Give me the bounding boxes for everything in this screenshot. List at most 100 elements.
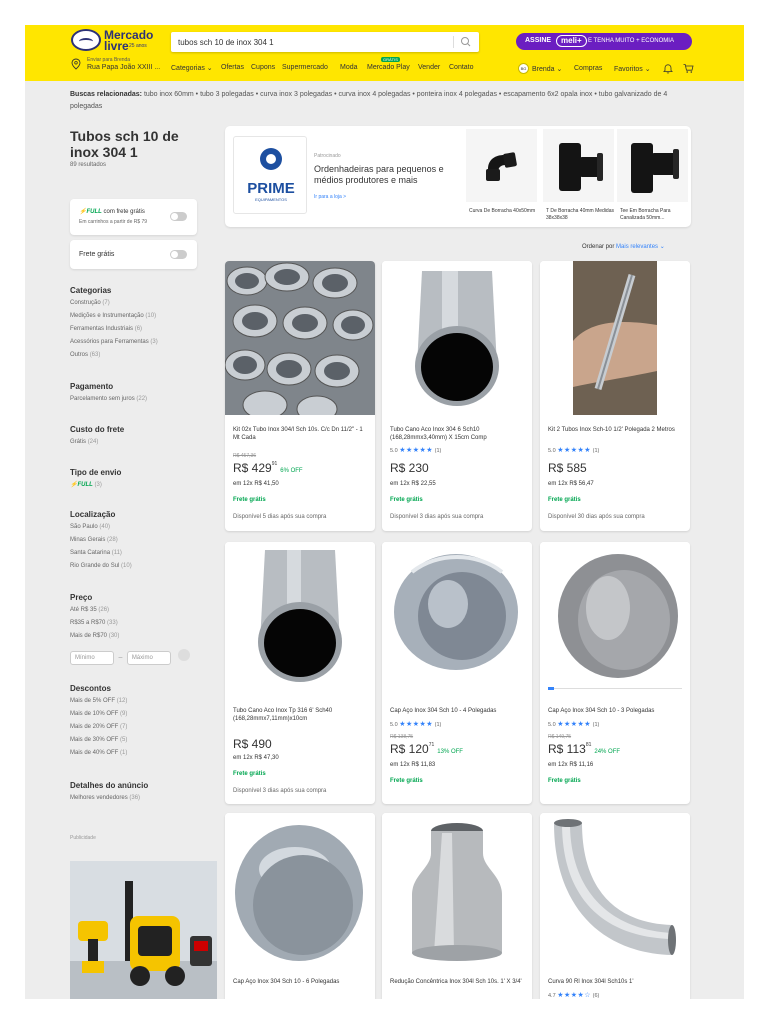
- product-title[interactable]: Redução Concêntrica Inox 304l Sch 10s. 1…: [390, 978, 526, 986]
- logo[interactable]: Mercado livre 25 anos: [71, 29, 171, 55]
- filter-item[interactable]: Mais de 10% OFF (9): [70, 708, 210, 721]
- nav-supermercado[interactable]: Supermercado: [282, 64, 328, 71]
- filter-categorias: Categorias Construção (7) Medições e Ins…: [70, 285, 210, 362]
- full-toggle-card[interactable]: ⚡FULL com frete grátis Em carrinhos a pa…: [70, 199, 197, 235]
- filter-item[interactable]: Rio Grande do Sul (10): [70, 560, 210, 573]
- sponsored-item[interactable]: Tee Em Borracha Para Canalizada 50mm...: [617, 129, 688, 224]
- avatar[interactable]: BG: [518, 63, 529, 74]
- handshake-icon: [71, 29, 101, 51]
- product-title[interactable]: Tubo Cano Aco Inox Tp 316 6' Sch40 (168,…: [233, 707, 369, 723]
- product-availability: Disponível 3 dias após sua compra: [390, 514, 484, 520]
- filter-item[interactable]: Mais de R$70 (30): [70, 630, 210, 643]
- filter-item[interactable]: Ferramentas Industriais (6): [70, 323, 210, 336]
- filter-item[interactable]: R$35 a R$70 (33): [70, 617, 210, 630]
- product-rating: 5.0 ★★★★★ (1): [548, 721, 600, 728]
- sort-control[interactable]: Ordenar por Mais relevantes ⌄: [582, 243, 665, 250]
- product-rating: 5.0 ★★★★★ (1): [390, 721, 442, 728]
- nav-vender[interactable]: Vender: [418, 64, 440, 71]
- product-installments: em 12x R$ 47,30: [233, 755, 279, 761]
- nav-moda[interactable]: Moda: [340, 64, 358, 71]
- price-apply-button[interactable]: [178, 648, 191, 661]
- nav-categorias[interactable]: Categorias ⌄: [171, 64, 213, 72]
- product-card[interactable]: Cap Aço Inox 304 Sch 10 - 4 Polegadas 5.…: [382, 542, 532, 804]
- sponsored-text: Ordenhadeiras para pequenos e médios pro…: [314, 164, 444, 185]
- filter-item[interactable]: Mais de 30% OFF (5): [70, 734, 210, 747]
- logo-anniversary: 25 anos: [129, 43, 147, 49]
- product-shipping: Frete grátis: [233, 771, 266, 777]
- price-max-input[interactable]: Máximo: [126, 651, 171, 665]
- product-image: [540, 542, 690, 696]
- filter-item[interactable]: Acessórios para Ferramentas (3): [70, 336, 210, 349]
- product-card[interactable]: Kit 02x Tubo Inox 304/l Sch 10s. C/c Dn …: [225, 261, 375, 531]
- filter-detalhes: Detalhes do anúncio Melhores vendedores …: [70, 780, 210, 805]
- frete-switch[interactable]: [170, 250, 187, 259]
- filter-item[interactable]: Grátis (24): [70, 436, 210, 449]
- related-links[interactable]: tubo inox 60mm • tubo 3 polegadas • curv…: [70, 91, 667, 110]
- search-icon[interactable]: [459, 36, 473, 48]
- sponsored-item[interactable]: Curva De Borracha 40x50mm: [466, 129, 537, 224]
- product-title[interactable]: Cap Aço Inox 304 Sch 10 - 3 Polegadas: [548, 707, 684, 715]
- filter-item[interactable]: Construção (7): [70, 297, 210, 310]
- filter-title: Tipo de envio: [70, 468, 122, 477]
- nav-contato[interactable]: Contato: [449, 64, 474, 71]
- purchases-link[interactable]: Compras: [574, 65, 602, 72]
- price-min-input[interactable]: Mínimo: [70, 651, 114, 665]
- product-card[interactable]: Tubo Cano Aco Inox 304 6 Sch10 (168,28mm…: [382, 261, 532, 531]
- product-shipping: Frete grátis: [548, 497, 581, 503]
- product-installments: em 12x R$ 11,83: [390, 762, 436, 768]
- filter-item[interactable]: São Paulo (40): [70, 521, 210, 534]
- frete-toggle-card[interactable]: Frete grátis: [70, 240, 197, 269]
- filter-item[interactable]: Parcelamento sem juros (22): [70, 393, 210, 406]
- filter-item[interactable]: Medições e Instrumentação (10): [70, 310, 210, 323]
- product-title[interactable]: Curva 90 Rl Inox 304l Sch10s 1': [548, 978, 684, 986]
- product-price: R$ 230: [390, 461, 429, 475]
- full-switch[interactable]: [170, 212, 187, 221]
- filter-localizacao: Localização São Paulo (40) Minas Gerais …: [70, 509, 210, 573]
- filter-item[interactable]: Até R$ 35 (26): [70, 604, 210, 617]
- product-card[interactable]: Cap Aço Inox 304 Sch 10 - 3 Polegadas 5.…: [540, 542, 690, 804]
- product-rating: 5.0 ★★★★★ (1): [390, 447, 442, 454]
- product-card[interactable]: Curva 90 Rl Inox 304l Sch10s 1' 4.7 ★★★★…: [540, 813, 690, 999]
- product-card[interactable]: Tubo Cano Aco Inox Tp 316 6' Sch40 (168,…: [225, 542, 375, 804]
- store-link[interactable]: Ir para a loja >: [314, 194, 346, 200]
- product-availability: Disponível 5 dias após sua compra: [233, 514, 327, 520]
- filter-item[interactable]: Melhores vendedores (36): [70, 792, 210, 805]
- meli-plus-banner[interactable]: ASSINE meli+ E TENHA MUITO + ECONOMIA: [516, 33, 692, 50]
- product-image: [225, 261, 375, 415]
- nav-cupons[interactable]: Cupons: [251, 64, 275, 71]
- filter-item[interactable]: Minas Gerais (28): [70, 534, 210, 547]
- promo-meli: meli+: [556, 35, 587, 47]
- ad-banner[interactable]: [70, 861, 217, 999]
- nav-ofertas[interactable]: Ofertas: [221, 64, 244, 71]
- sort-value[interactable]: Mais relevantes ⌄: [616, 244, 665, 250]
- nav-mercado-play[interactable]: Mercado Play: [367, 64, 410, 71]
- product-title[interactable]: Cap Aço Inox 304 Sch 10 - 4 Polegadas: [390, 707, 526, 715]
- product-title[interactable]: Tubo Cano Aco Inox 304 6 Sch10 (168,28mm…: [390, 426, 526, 442]
- sponsored-item-label: Curva De Borracha 40x50mm: [469, 208, 536, 214]
- product-card[interactable]: Kit 2 Tubos Inox Sch-10 1/2' Polegada 2 …: [540, 261, 690, 531]
- filter-item[interactable]: ⚡FULL (3): [70, 479, 210, 492]
- cart-icon[interactable]: [683, 63, 694, 74]
- power-tools-image: [70, 861, 217, 999]
- store-logo[interactable]: PRIME EQUIPAMENTOS: [233, 136, 307, 214]
- location-pin-icon: [71, 58, 81, 70]
- filter-item[interactable]: Mais de 5% OFF (12): [70, 695, 210, 708]
- filter-item[interactable]: Mais de 40% OFF (1): [70, 747, 210, 760]
- sponsored-item[interactable]: T De Borracha 40mm Medidas 38x38x38: [543, 129, 614, 224]
- bell-icon[interactable]: [663, 63, 673, 74]
- filter-item[interactable]: Mais de 20% OFF (7): [70, 721, 210, 734]
- favorites-link[interactable]: Favoritos ⌄: [614, 65, 651, 73]
- product-card[interactable]: Redução Concêntrica Inox 304l Sch 10s. 1…: [382, 813, 532, 999]
- sponsored-item-image: [543, 129, 614, 202]
- product-card[interactable]: Cap Aço Inox 304 Sch 10 - 6 Polegadas: [225, 813, 375, 999]
- location-line1: Enviar para Brenda: [87, 57, 131, 63]
- product-title[interactable]: Cap Aço Inox 304 Sch 10 - 6 Polegadas: [233, 978, 369, 986]
- product-title[interactable]: Kit 02x Tubo Inox 304/l Sch 10s. C/c Dn …: [233, 426, 369, 442]
- product-old-price: R$ 149,75: [548, 734, 572, 740]
- account-menu[interactable]: Brenda ⌄: [532, 65, 562, 73]
- filter-item[interactable]: Santa Catarina (11): [70, 547, 210, 560]
- product-title[interactable]: Kit 2 Tubos Inox Sch-10 1/2' Polegada 2 …: [548, 426, 684, 434]
- filter-item[interactable]: Outros (63): [70, 349, 210, 362]
- product-image: [540, 261, 690, 415]
- search-input[interactable]: [171, 32, 451, 52]
